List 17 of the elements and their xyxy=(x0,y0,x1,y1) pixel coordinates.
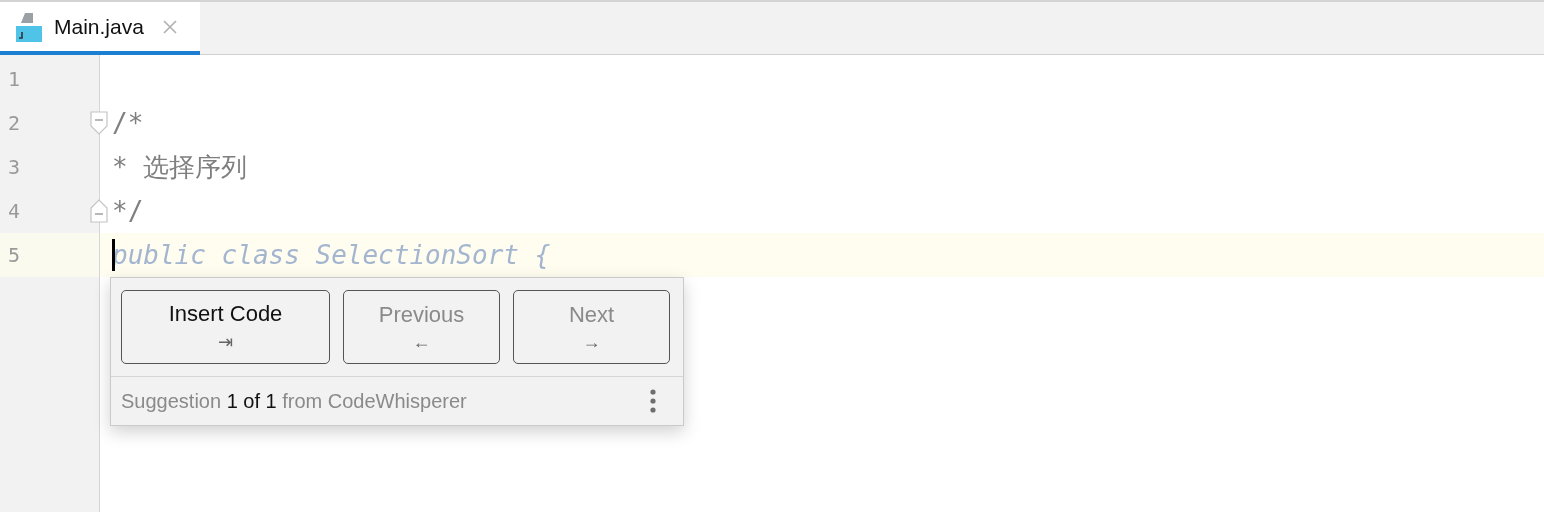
more-options-icon[interactable] xyxy=(649,389,657,413)
popup-button[interactable]: Insert Code ⇥ xyxy=(121,290,330,364)
code-comment: * 选择序列 xyxy=(112,150,248,184)
fold-marker-icon[interactable] xyxy=(90,199,108,223)
line-number: 5 xyxy=(8,243,21,267)
suggestion-status: Suggestion 1 of 1 from CodeWhisperer xyxy=(121,389,467,413)
file-tab[interactable]: Main.java xyxy=(0,2,200,55)
java-file-icon xyxy=(14,11,44,42)
line-number: 4 xyxy=(8,199,21,223)
line-number: 3 xyxy=(8,155,21,179)
code-comment: /* xyxy=(112,108,144,138)
fold-marker-icon[interactable] xyxy=(90,111,108,135)
line-number: 1 xyxy=(8,67,21,91)
code-suggestion: public class SelectionSort { xyxy=(112,240,551,270)
code-comment: */ xyxy=(112,196,144,226)
close-icon[interactable] xyxy=(161,18,178,35)
line-number: 2 xyxy=(8,111,21,135)
